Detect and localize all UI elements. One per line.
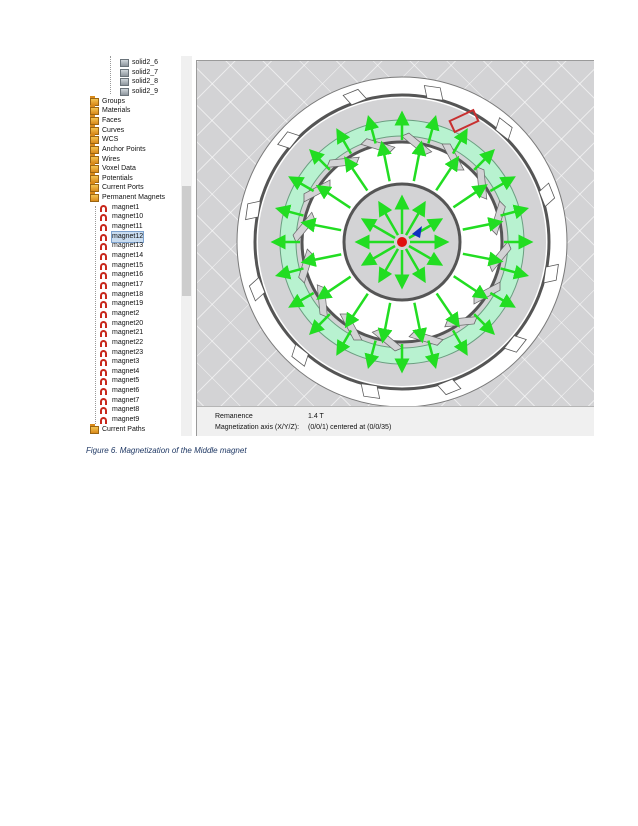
tree-item-label: Potentials [102, 174, 133, 182]
magnet-icon [100, 214, 107, 222]
tree-item-label: magnet7 [112, 396, 140, 404]
tree-item-label: Wires [102, 155, 120, 163]
prop-key-axis: Magnetization axis (X/Y/Z): [215, 424, 300, 431]
tree-item-label: Faces [102, 116, 122, 124]
tree-item-label: magnet22 [112, 338, 144, 346]
solid-icon [120, 78, 129, 87]
tree-item-label: Voxel Data [102, 165, 136, 173]
tree-item-label: magnet10 [112, 213, 144, 221]
tree-item-label: solid2_9 [132, 87, 159, 95]
folder-icon [90, 423, 99, 434]
magnet-icon [100, 320, 107, 328]
solid-icon [120, 87, 129, 96]
outer-pole-piece [360, 383, 381, 399]
tree-item-label: magnet3 [112, 358, 140, 366]
magnet-icon [100, 233, 107, 241]
outer-pole-piece [245, 200, 261, 221]
magnet-icon [100, 243, 107, 251]
magnet-icon [100, 388, 107, 396]
magnet-icon [100, 368, 107, 376]
solid-icon [120, 59, 129, 67]
model-scene[interactable] [197, 61, 594, 436]
prop-key-remanence: Remanence [215, 413, 253, 420]
tree-item-label: magnet16 [112, 271, 144, 279]
tree-item-label: magnet4 [112, 367, 140, 375]
tree-item-label: magnet12 [110, 230, 145, 243]
solid-icon [120, 68, 129, 77]
magnet-icon [100, 262, 107, 270]
magnet-icon [100, 417, 107, 425]
tree-scrollbar[interactable] [181, 56, 192, 436]
magnet-icon [100, 272, 107, 280]
magnet-icon [100, 397, 107, 405]
tree-item-label: Materials [102, 107, 131, 115]
tree-item-label: magnet14 [112, 252, 144, 259]
tree-connector [95, 206, 96, 424]
tree-item-label: Curves [102, 126, 125, 134]
tree-item-label: magnet19 [112, 300, 144, 308]
magnet-icon [100, 407, 107, 415]
figure-caption: Figure 6. Magnetization of the Middle ma… [86, 446, 247, 455]
screenshot: solid2_6 solid2_7 solid2_8 solid2_9 Groups Ma… [86, 56, 594, 436]
tree-item-label: magnet23 [112, 348, 144, 356]
3d-viewport[interactable]: Remanence 1.4 T Magnetization axis (X/Y/… [196, 60, 594, 436]
magnet-icon [100, 281, 107, 289]
tree-item-label: magnet13 [112, 242, 144, 250]
properties-panel: Remanence 1.4 T Magnetization axis (X/Y/… [197, 406, 594, 436]
tree-item-label: magnet8 [112, 406, 140, 414]
tree-item-label: magnet9 [112, 416, 140, 424]
magnet-icon [100, 330, 107, 338]
tree-item-label: magnet18 [112, 290, 144, 298]
magnet-icon [100, 291, 107, 299]
tree-item-label: Anchor Points [102, 145, 146, 153]
tree-item-label: magnet21 [112, 329, 144, 337]
navigation-tree: solid2_6 solid2_7 solid2_8 solid2_9 Groups Ma… [86, 56, 192, 436]
tree-item-label: magnet15 [112, 261, 144, 269]
prop-value-axis: (0/0/1) centered at (0/0/35) [308, 424, 392, 431]
tree-item-label: Permanent Magnets [102, 194, 166, 202]
magnet-icon [100, 301, 107, 309]
tree-item-label: magnet20 [112, 319, 144, 327]
magnet-icon [100, 378, 107, 386]
tree-connector [110, 56, 111, 94]
tree-item-label: magnet2 [112, 309, 140, 317]
tree-item-label: magnet17 [112, 280, 144, 288]
folder-icon [90, 192, 99, 203]
magnet-icon [100, 204, 107, 212]
magnet-icon [100, 224, 107, 232]
outer-pole-piece [423, 85, 444, 101]
tree-item-label: solid2_6 [132, 59, 159, 66]
magnet-icon [100, 349, 107, 357]
tree-item-label: WCS [102, 136, 119, 144]
tree-item-label: solid2_7 [132, 68, 159, 76]
tree-item-label: magnet5 [112, 377, 140, 385]
tree-item-label: Current Ports [102, 184, 144, 192]
tree-item-label: solid2_8 [132, 78, 159, 86]
scrollbar-thumb[interactable] [182, 186, 191, 296]
magnet-icon [100, 310, 107, 318]
magnet-icon [100, 339, 107, 347]
tree-item-label: magnet1 [112, 203, 140, 211]
tree-item-label: magnet6 [112, 387, 140, 395]
tree-item-label: magnet11 [112, 223, 143, 231]
magnet-icon [100, 253, 107, 260]
tree-item-label: Current Paths [102, 425, 146, 433]
prop-value-remanence: 1.4 T [308, 413, 324, 420]
outer-pole-piece [543, 263, 559, 284]
origin-marker [397, 237, 407, 247]
magnet-icon [100, 359, 107, 367]
tree-item-label: Groups [102, 97, 125, 105]
